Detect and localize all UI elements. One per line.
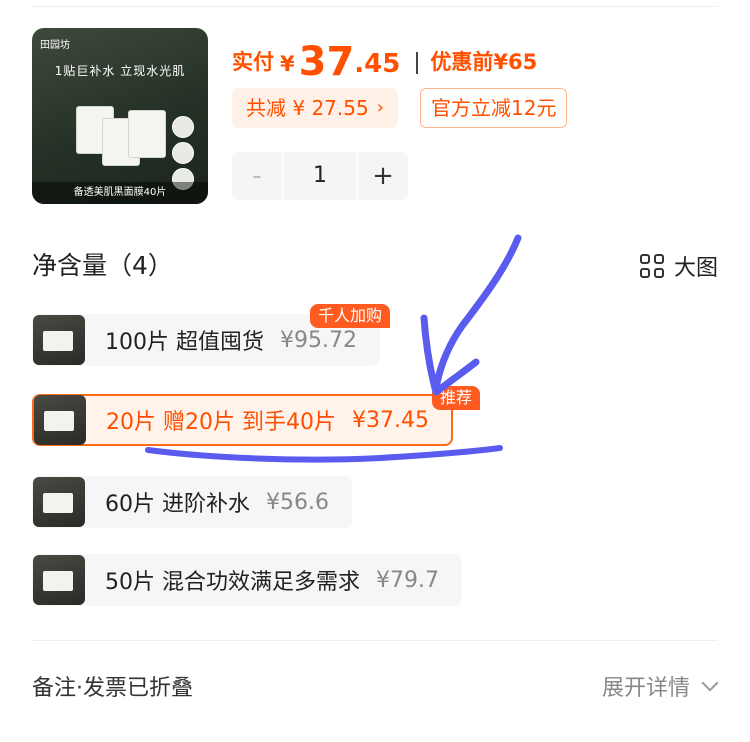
spec-option[interactable]: 60片 进阶补水 ¥56.6: [32, 476, 352, 528]
spec-option-price: ¥37.45: [351, 407, 429, 433]
product-pack-image: [128, 110, 166, 158]
chevron-right-icon: ›: [376, 97, 384, 118]
annotation-arrow-head: [420, 314, 480, 396]
thumbnail-footer: 备透美肌黑面膜40片: [32, 182, 208, 204]
big-image-toggle[interactable]: 大图: [639, 250, 718, 282]
spec-option-label: 20片 赠20片 到手40片: [106, 410, 336, 435]
thumbnail-brand: 田园坊: [40, 40, 70, 51]
expand-details-button[interactable]: 展开详情: [601, 670, 719, 702]
product-thumbnail[interactable]: 田园坊 1贴巨补水 立现水光肌 备透美肌黑面膜40片: [32, 28, 208, 204]
price-row: 实付 ¥ 37 .45 优惠前¥65: [232, 36, 537, 84]
spec-option-badge: 推荐: [432, 386, 481, 410]
spec-option-label: 100片 超值囤货: [105, 330, 264, 355]
grid-icon: [639, 254, 664, 278]
top-divider: [32, 6, 718, 7]
quantity-value[interactable]: 1: [282, 152, 358, 200]
original-price: 优惠前¥65: [430, 50, 538, 74]
decrease-button[interactable]: -: [232, 152, 282, 200]
spec-option-label: 50片 混合功效满足多需求: [105, 570, 360, 595]
expand-details-label: 展开详情: [601, 676, 690, 701]
spec-option-price: ¥95.72: [280, 327, 357, 353]
price-integer: 37: [298, 39, 355, 85]
spec-option-price: ¥56.6: [266, 489, 329, 515]
price-decimal: .45: [354, 49, 401, 79]
spec-option-label: 60片 进阶补水: [105, 492, 250, 517]
spec-option-selected[interactable]: 20片 赠20片 到手40片 ¥37.45: [32, 394, 453, 446]
chevron-down-icon: [701, 674, 719, 692]
discount-total-label: 共减 ¥ 27.55: [246, 96, 369, 120]
spec-option-thumbnail: [33, 477, 85, 527]
annotation-arrow-shaft: [432, 234, 522, 392]
remark-invoice-collapsed[interactable]: 备注·发票已折叠: [32, 670, 193, 702]
spec-option-badge: 千人加购: [310, 304, 391, 328]
ingredient-dot: [172, 142, 194, 164]
spec-option-thumbnail: [34, 395, 86, 445]
discount-detail-button[interactable]: 共减 ¥ 27.55 ›: [232, 88, 398, 128]
spec-option-price: ¥79.7: [376, 567, 439, 593]
official-discount-tag: 官方立减12元: [420, 88, 568, 128]
increase-button[interactable]: +: [358, 152, 408, 200]
net-content-title: 净含量（4）: [32, 251, 173, 280]
spec-option[interactable]: 50片 混合功效满足多需求 ¥79.7: [32, 554, 462, 606]
ingredient-dot: [172, 116, 194, 138]
spec-option-thumbnail: [33, 315, 85, 365]
paid-label: 实付: [232, 50, 274, 74]
annotation-underline: [145, 445, 503, 463]
price-separator: [416, 52, 419, 74]
currency-symbol: ¥: [280, 52, 295, 76]
section-divider: [32, 640, 718, 641]
thumbnail-headline: 1贴巨补水 立现水光肌: [54, 64, 186, 78]
big-image-label: 大图: [673, 256, 718, 281]
spec-option-thumbnail: [33, 555, 85, 605]
quantity-stepper: - 1 +: [232, 152, 408, 200]
